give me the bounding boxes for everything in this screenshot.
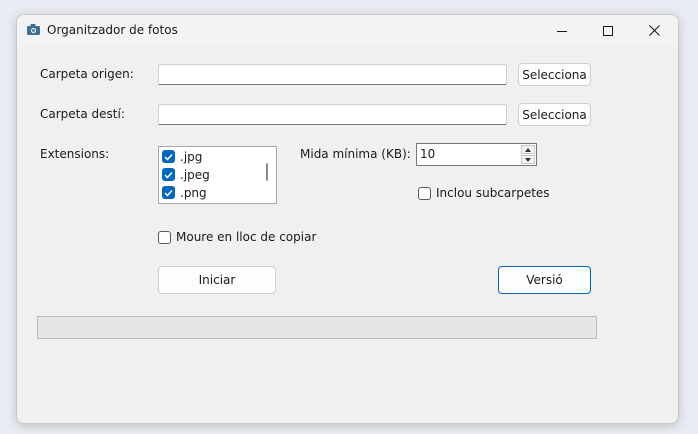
source-select-button[interactable]: Selecciona — [518, 63, 591, 86]
list-item[interactable]: .jpeg — [162, 166, 210, 183]
title-bar[interactable]: Organitzador de fotos — [17, 15, 678, 46]
minimize-icon — [557, 30, 567, 32]
extensions-label: Extensions: — [40, 147, 110, 161]
checkbox-checked[interactable] — [162, 150, 175, 163]
spin-up-button[interactable] — [521, 145, 535, 154]
window-title: Organitzador de fotos — [47, 23, 178, 37]
list-item[interactable]: .jpg — [162, 148, 202, 165]
extension-label: .jpeg — [180, 167, 210, 182]
maximize-button[interactable] — [585, 15, 631, 46]
move-instead-checkbox[interactable] — [158, 231, 171, 244]
spin-down-button[interactable] — [521, 155, 535, 164]
dest-select-button[interactable]: Selecciona — [518, 103, 591, 126]
version-button[interactable]: Versió — [498, 266, 591, 294]
checkbox-checked[interactable] — [162, 186, 175, 199]
source-folder-input[interactable] — [158, 64, 507, 85]
triangle-down-icon — [525, 157, 531, 162]
min-size-label: Mida mínima (KB): — [300, 147, 411, 161]
move-instead-label: Moure en lloc de copiar — [176, 230, 317, 244]
start-button[interactable]: Iniciar — [158, 266, 276, 294]
extensions-listbox[interactable]: .jpg .jpeg .png — [158, 146, 277, 204]
dest-folder-label: Carpeta destí: — [40, 107, 125, 121]
minimize-button[interactable] — [539, 15, 585, 46]
listbox-scrollbar[interactable] — [266, 163, 268, 181]
extension-label: .png — [180, 185, 207, 200]
checkmark-icon — [164, 171, 173, 179]
maximize-icon — [603, 25, 613, 36]
include-subfolders-label: Inclou subcarpetes — [436, 186, 550, 200]
dest-folder-input[interactable] — [158, 104, 507, 125]
checkbox-checked[interactable] — [162, 168, 175, 181]
progress-bar — [37, 316, 597, 339]
close-button[interactable] — [631, 15, 677, 46]
triangle-up-icon — [525, 147, 531, 152]
app-window: Organitzador de fotos Carpeta origen: Se… — [16, 14, 679, 424]
camera-icon — [27, 24, 40, 35]
source-folder-label: Carpeta origen: — [40, 67, 134, 81]
min-size-spinbox[interactable]: 10 — [416, 143, 537, 166]
extension-label: .jpg — [180, 149, 203, 164]
spin-buttons — [521, 145, 535, 164]
include-subfolders-checkbox[interactable] — [418, 187, 431, 200]
min-size-value[interactable]: 10 — [420, 147, 435, 161]
checkmark-icon — [164, 189, 173, 197]
close-icon — [648, 25, 660, 36]
checkmark-icon — [164, 153, 173, 161]
list-item[interactable]: .png — [162, 184, 207, 201]
